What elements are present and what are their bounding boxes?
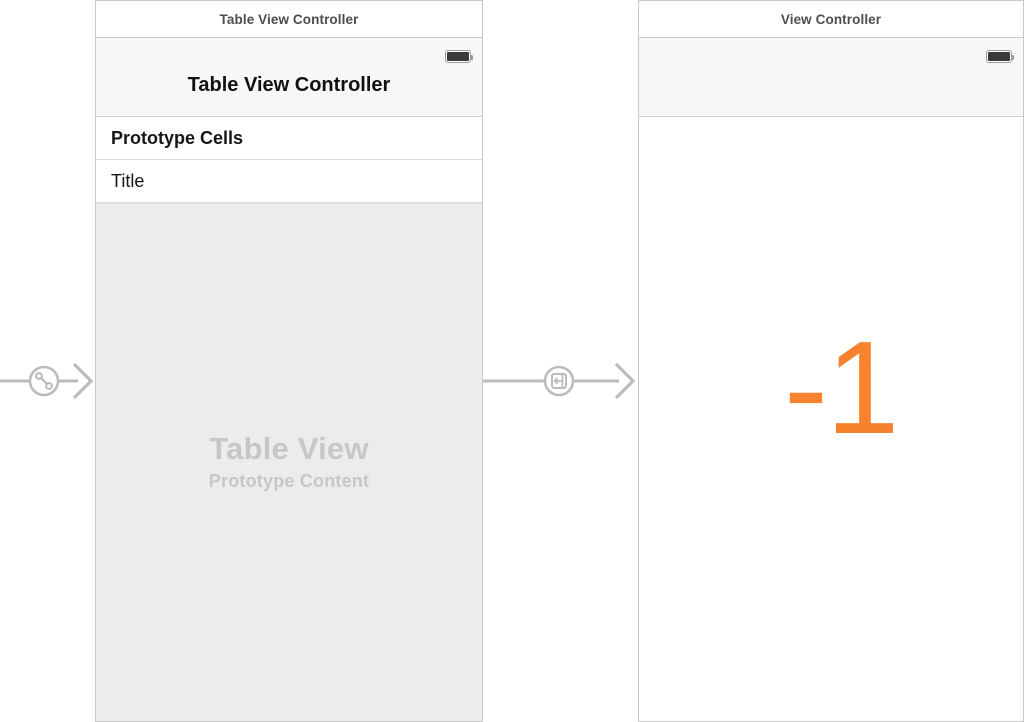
table-cell-label: Prototype Cells xyxy=(111,127,244,148)
view-controller-content-view[interactable]: -1 xyxy=(639,117,1023,721)
connector-entry-point-relationship[interactable] xyxy=(0,355,96,407)
scene-title-label: View Controller xyxy=(780,11,882,27)
battery-fill xyxy=(447,52,469,61)
table-view-placeholder[interactable]: Table View Prototype Content xyxy=(96,203,482,721)
scene-table-view-controller[interactable]: Table View Controller Table View Control… xyxy=(95,0,483,722)
scene-view-controller[interactable]: View Controller -1 xyxy=(638,0,1024,722)
scene-title-label: Table View Controller xyxy=(219,11,359,27)
battery-nub xyxy=(470,54,474,60)
navigation-bar[interactable]: Table View Controller xyxy=(96,38,482,117)
table-cell-prototype-cells-header[interactable]: Prototype Cells xyxy=(96,117,482,160)
battery-fill xyxy=(988,52,1010,61)
table-view-placeholder-subtitle: Prototype Content xyxy=(208,470,370,491)
content-label: -1 xyxy=(784,314,899,461)
battery-icon xyxy=(445,50,474,63)
scene-body-table-view-controller: Table View Controller Prototype Cells Ti… xyxy=(96,38,482,721)
table-cell-title[interactable]: Title xyxy=(96,160,482,203)
scene-body-view-controller: -1 xyxy=(639,38,1023,721)
scene-titlebar-table-view-controller: Table View Controller xyxy=(96,1,482,38)
storyboard-canvas: Table View Controller Table View Control… xyxy=(0,0,1024,722)
connector-show-segue[interactable] xyxy=(483,355,638,407)
navigation-bar-title: Table View Controller xyxy=(187,74,391,96)
battery-icon xyxy=(986,50,1015,63)
table-view-placeholder-text: Table View Prototype Content xyxy=(96,431,482,495)
scene-titlebar-view-controller: View Controller xyxy=(639,1,1023,38)
navigation-bar[interactable] xyxy=(639,38,1023,117)
table-cell-label: Title xyxy=(111,170,145,191)
battery-nub xyxy=(1011,54,1015,60)
table-view-placeholder-title: Table View xyxy=(209,431,369,467)
